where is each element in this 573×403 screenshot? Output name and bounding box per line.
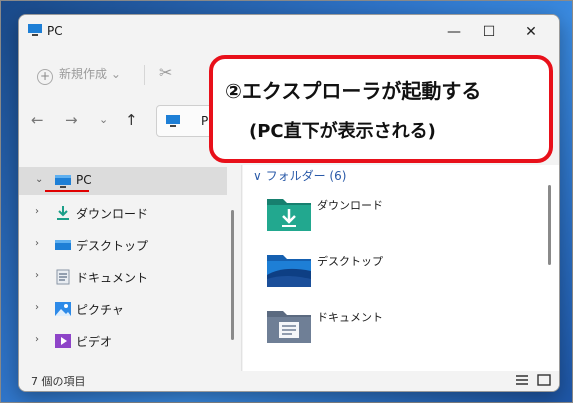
window-title: PC <box>47 24 63 38</box>
status-bar: 7 個の項目 <box>19 371 559 391</box>
chevron-right-icon[interactable]: › <box>35 334 39 345</box>
folder-item-downloads[interactable]: ダウンロード <box>267 195 527 239</box>
sidebar-item-desktop[interactable]: › デスクトップ <box>19 231 227 259</box>
folder-item-documents[interactable]: ドキュメント <box>267 307 527 351</box>
callout-subtitle: (PC直下が表示される) <box>249 121 436 142</box>
chevron-down-icon[interactable]: ⌄ <box>35 174 43 185</box>
plus-icon: + <box>37 69 53 85</box>
up-icon[interactable]: ↑ <box>125 111 138 129</box>
download-icon <box>57 206 69 220</box>
minimize-button[interactable]: — <box>439 21 469 43</box>
sidebar-item-label: デスクトップ <box>76 239 149 253</box>
sidebar-item-label: ドキュメント <box>76 271 149 285</box>
chevron-right-icon[interactable]: › <box>35 302 39 313</box>
chevron-right-icon[interactable]: › <box>35 238 39 249</box>
forward-icon[interactable]: → <box>65 111 78 129</box>
back-icon[interactable]: ← <box>31 111 44 129</box>
title-bar: PC — ☐ ✕ <box>19 15 559 49</box>
pc-icon <box>55 175 71 188</box>
callout-title: ②エクスプローラが起動する <box>225 79 482 103</box>
desktop-icon <box>55 240 71 250</box>
sidebar-item-label: PC <box>76 173 92 187</box>
sidebar-item-pictures[interactable]: › ピクチャ <box>19 295 227 323</box>
sidebar-item-label: ビデオ <box>76 335 113 349</box>
content-pane: ∨ フォルダー (6) ダウンロード デスクトップ ドキュメント <box>243 165 559 371</box>
close-button[interactable]: ✕ <box>516 21 546 43</box>
toolbar-divider <box>144 65 145 85</box>
recent-locations-icon[interactable]: ⌄ <box>99 113 108 126</box>
document-icon <box>56 269 70 285</box>
sidebar-item-videos[interactable]: › ビデオ <box>19 327 227 355</box>
content-scrollbar[interactable] <box>548 185 551 265</box>
new-button-label: 新規作成 <box>59 67 108 81</box>
documents-folder-icon <box>267 311 311 343</box>
sidebar-item-label: ピクチャ <box>76 303 124 317</box>
download-folder-icon <box>267 199 311 231</box>
navigation-pane: ⌄ PC › ダウンロード › デスクトップ › ドキュメント › ピクチャ ›… <box>19 165 227 369</box>
folder-item-desktop[interactable]: デスクトップ <box>267 251 527 295</box>
new-button[interactable]: + 新規作成 ⌄ <box>37 65 121 85</box>
pc-icon <box>28 24 42 36</box>
folder-label: ドキュメント <box>317 311 383 324</box>
folder-label: デスクトップ <box>317 255 383 268</box>
sidebar-item-documents[interactable]: › ドキュメント <box>19 263 227 291</box>
maximize-button[interactable]: ☐ <box>474 21 504 43</box>
chevron-right-icon[interactable]: › <box>35 270 39 281</box>
pane-divider[interactable] <box>241 165 242 375</box>
desktop-folder-icon <box>267 255 311 287</box>
pictures-icon <box>55 302 71 316</box>
navigation-pane-scrollbar[interactable] <box>231 210 234 340</box>
item-count: 7 個の項目 <box>31 375 86 388</box>
cut-icon[interactable]: ✂ <box>159 63 172 82</box>
folders-group-heading[interactable]: ∨ フォルダー (6) <box>253 167 346 184</box>
sidebar-item-label: ダウンロード <box>76 207 149 221</box>
pc-icon <box>166 115 180 127</box>
details-view-icon[interactable] <box>515 374 529 386</box>
annotation-callout: ②エクスプローラが起動する (PC直下が表示される) <box>209 55 553 163</box>
chevron-right-icon[interactable]: › <box>35 206 39 217</box>
video-icon <box>55 334 71 348</box>
sidebar-item-downloads[interactable]: › ダウンロード <box>19 199 227 227</box>
folder-label: ダウンロード <box>317 199 383 212</box>
pc-underline-annotation <box>45 190 89 192</box>
large-icons-view-icon[interactable] <box>537 374 551 386</box>
chevron-down-icon: ⌄ <box>110 67 121 81</box>
